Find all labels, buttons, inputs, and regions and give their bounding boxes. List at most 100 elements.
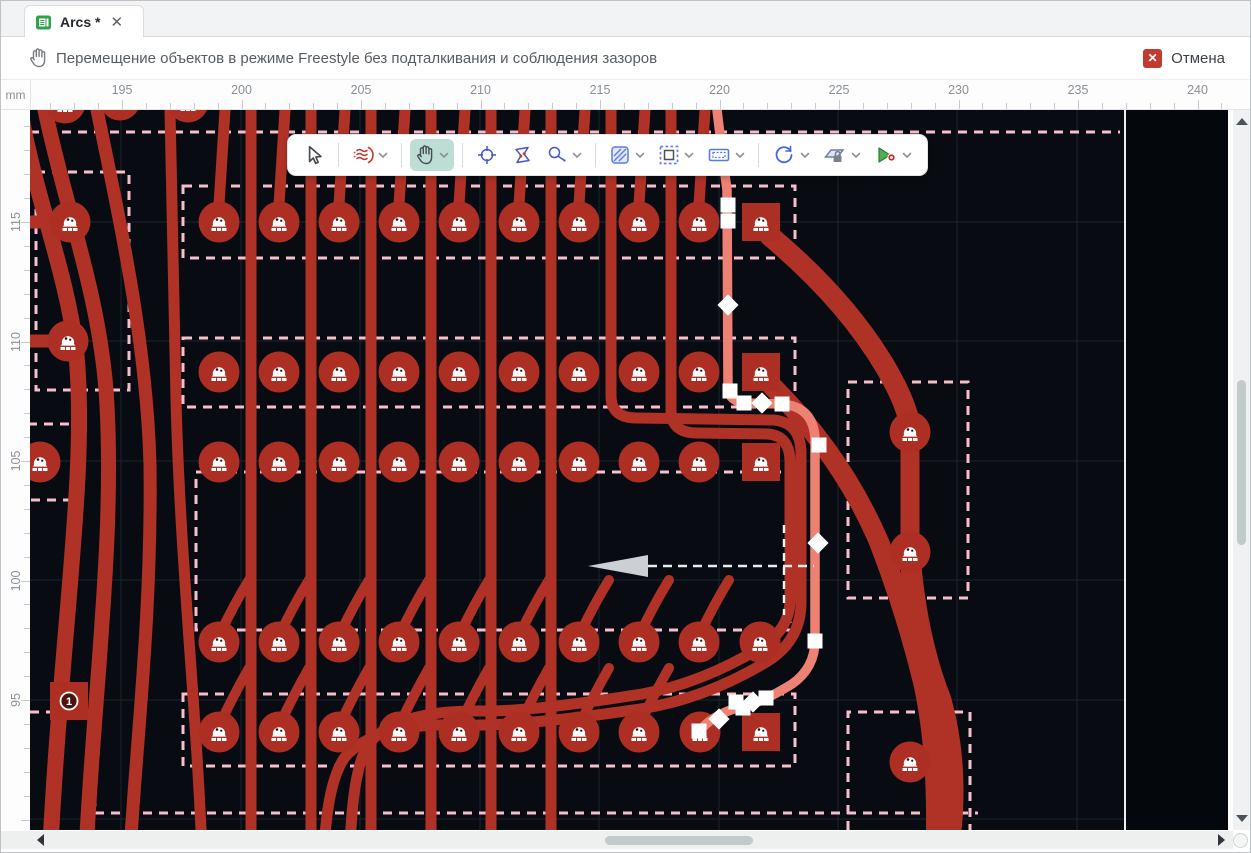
pad[interactable] [259, 712, 300, 753]
panel-display-tool-button[interactable] [702, 139, 750, 171]
pad[interactable] [619, 202, 660, 243]
pad[interactable] [199, 712, 240, 753]
horizontal-scrollbar[interactable] [1, 831, 1233, 849]
pad[interactable] [379, 442, 420, 483]
vertex-handle-square[interactable] [721, 214, 736, 229]
status-text: Перемещение объектов в режиме Freestyle … [56, 50, 657, 67]
pad[interactable] [259, 352, 300, 393]
tab-close-icon[interactable]: ✕ [110, 15, 123, 30]
pad[interactable] [619, 442, 660, 483]
pad[interactable] [679, 202, 720, 243]
pad[interactable] [48, 321, 89, 362]
pad[interactable] [199, 202, 240, 243]
pcb-canvas[interactable]: 1 [30, 110, 1228, 830]
pad[interactable] [439, 622, 480, 663]
chevron-down-icon[interactable] [902, 152, 912, 159]
route-tool-button[interactable] [347, 139, 393, 171]
flip-layer-tool-button[interactable] [506, 139, 538, 171]
chevron-down-icon[interactable] [851, 152, 861, 159]
pad[interactable] [679, 622, 720, 663]
vertex-handle-square[interactable] [737, 396, 752, 411]
pad[interactable] [499, 202, 540, 243]
selection-filter-tool-button[interactable] [653, 139, 699, 171]
pad[interactable] [499, 622, 540, 663]
pad[interactable] [559, 352, 600, 393]
pad[interactable] [379, 712, 420, 753]
pad[interactable] [679, 442, 720, 483]
pad[interactable] [439, 442, 480, 483]
vertex-handle-square[interactable] [723, 384, 738, 399]
pad[interactable] [679, 352, 720, 393]
vertex-handle-square[interactable] [721, 198, 736, 213]
pad[interactable] [559, 622, 600, 663]
layer-lock-tool-button[interactable] [818, 139, 866, 171]
pad[interactable] [319, 622, 360, 663]
pad[interactable] [890, 412, 931, 453]
chevron-down-icon[interactable] [735, 152, 745, 159]
vertex-handle-square[interactable] [775, 397, 790, 412]
pcb-canvas-wrap[interactable]: 1 [30, 110, 1228, 830]
pad[interactable] [499, 442, 540, 483]
vertical-scroll-thumb[interactable] [1237, 380, 1246, 545]
pad[interactable] [890, 742, 931, 783]
zoom-tool-button[interactable] [541, 139, 587, 171]
pad[interactable] [499, 712, 540, 753]
pad[interactable] [199, 622, 240, 663]
chevron-down-icon[interactable] [378, 152, 388, 159]
select-tool-button[interactable] [298, 139, 330, 171]
pad[interactable] [50, 202, 91, 243]
pad[interactable] [379, 202, 420, 243]
pad[interactable] [379, 622, 420, 663]
chevron-down-icon[interactable] [684, 152, 694, 159]
scroll-up-icon[interactable] [1236, 118, 1248, 125]
vertex-handle-square[interactable] [812, 438, 827, 453]
pad[interactable] [199, 352, 240, 393]
vertical-scrollbar[interactable] [1233, 110, 1250, 830]
pad[interactable] [619, 712, 660, 753]
horizontal-ruler: mm 195200205210215220225230235240 [1, 80, 1250, 110]
scroll-left-icon[interactable] [37, 834, 44, 846]
pad[interactable] [499, 352, 540, 393]
pad[interactable] [559, 712, 600, 753]
pad[interactable] [619, 352, 660, 393]
scroll-down-icon[interactable] [1236, 815, 1248, 822]
pad[interactable] [619, 622, 660, 663]
scroll-right-icon[interactable] [1218, 834, 1225, 846]
fill-display-tool-button[interactable] [604, 139, 650, 171]
pan-tool-button[interactable] [410, 139, 454, 171]
pad[interactable] [259, 442, 300, 483]
chevron-down-icon[interactable] [635, 152, 645, 159]
pad-square[interactable] [742, 353, 780, 391]
pad[interactable] [319, 442, 360, 483]
cancel-label: Отмена [1171, 50, 1225, 67]
pad[interactable] [319, 712, 360, 753]
chevron-down-icon[interactable] [800, 152, 810, 159]
horizontal-scroll-thumb[interactable] [605, 836, 753, 845]
origin-tool-button[interactable] [471, 139, 503, 171]
pad[interactable] [439, 712, 480, 753]
run-check-tool-button[interactable] [869, 139, 917, 171]
pad[interactable] [439, 352, 480, 393]
pad-pin1[interactable]: 1 [50, 682, 88, 720]
vertex-handle-square[interactable] [808, 634, 823, 649]
cancel-button[interactable]: ✕ Отмена [1143, 49, 1225, 68]
pad[interactable] [559, 202, 600, 243]
pad-square[interactable] [742, 443, 780, 481]
pad[interactable] [559, 442, 600, 483]
chevron-down-icon[interactable] [439, 152, 449, 159]
pad[interactable] [319, 202, 360, 243]
pad[interactable] [259, 202, 300, 243]
pad[interactable] [740, 622, 781, 663]
pad[interactable] [379, 352, 420, 393]
refresh-tool-button[interactable] [767, 139, 815, 171]
pad-square[interactable] [742, 203, 780, 241]
pad[interactable] [439, 202, 480, 243]
chevron-down-icon[interactable] [572, 152, 582, 159]
pad-square[interactable] [742, 713, 780, 751]
pad[interactable] [319, 352, 360, 393]
tab-arcs[interactable]: Arcs * ✕ [24, 5, 144, 38]
vertex-handle-square[interactable] [692, 724, 707, 739]
pad[interactable] [890, 532, 931, 573]
pad[interactable] [259, 622, 300, 663]
pad[interactable] [199, 442, 240, 483]
